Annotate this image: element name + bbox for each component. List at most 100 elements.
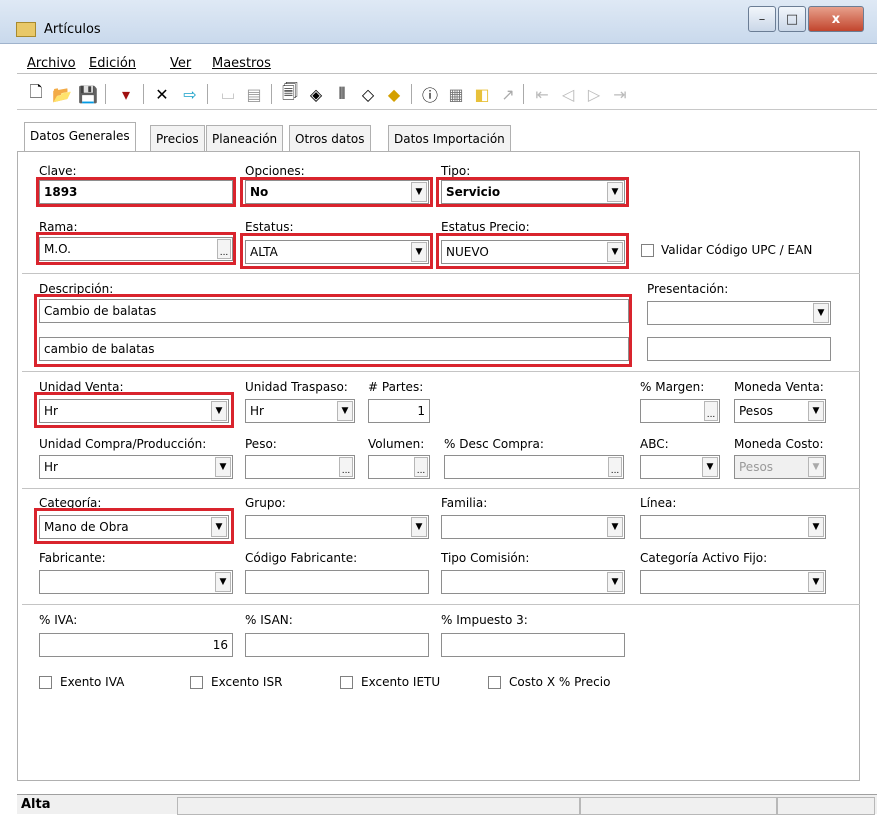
estatus-precio-highlight [436,233,629,269]
menu-ver[interactable]: Ver [170,56,191,71]
unidad-traspaso-select[interactable]: Hr ▼ [245,399,355,423]
unidad-compra-select[interactable]: Hr ▼ [39,455,233,479]
partes-field[interactable]: 1 [368,399,430,423]
close-button[interactable]: x [808,6,864,32]
unidad-traspaso-label: Unidad Traspaso: [245,380,348,394]
maximize-button[interactable]: □ [778,6,806,32]
menu-archivo[interactable]: Archivo [27,56,76,71]
opciones-label: Opciones: [245,164,305,178]
grid-icon[interactable]: ▤ [243,82,265,106]
exento-iva-checkbox[interactable] [39,676,52,689]
desc-compra-field[interactable]: ... [444,455,624,479]
fabricante-label: Fabricante: [39,551,106,565]
moneda-venta-label: Moneda Venta: [734,380,824,394]
properties-icon[interactable]: 🗐 [279,82,301,106]
grupo-select[interactable]: ▼ [245,515,429,539]
chevron-down-icon[interactable]: ▼ [702,457,718,477]
codigo-fabricante-field[interactable] [245,570,429,594]
first-record-icon[interactable]: ⇤ [531,82,553,106]
tab-otros-datos[interactable]: Otros datos [289,125,371,151]
divider [22,371,860,372]
clave-label: Clave: [39,164,77,178]
tipo-comision-label: Tipo Comisión: [441,551,530,565]
info-icon[interactable]: ⓘ [419,82,441,106]
tab-planeacion[interactable]: Planeación [206,125,284,151]
estatus-label: Estatus: [245,220,294,234]
peso-field[interactable]: ... [245,455,355,479]
desc-compra-label: % Desc Compra: [444,437,544,451]
cursor-icon[interactable]: ↗ [497,82,519,106]
chevron-down-icon[interactable]: ▼ [411,517,427,537]
ellipsis-icon[interactable]: ... [339,457,353,477]
toolbar: 🗋 📂 💾 ▾ ✕ ⇨ ⌴ ▤ 🗐 ◈ ⦀ ◇ ◆ ⓘ ▦ ◧ ↗ ⇤ ◁ ▷ … [17,78,877,110]
presentacion-field[interactable] [647,337,831,361]
iva-field[interactable]: 16 [39,633,233,657]
familia-select[interactable]: ▼ [441,515,625,539]
excento-isr-checkbox[interactable] [190,676,203,689]
next-record-icon[interactable]: ▷ [583,82,605,106]
last-record-icon[interactable]: ⇥ [609,82,631,106]
abc-label: ABC: [640,437,669,451]
chevron-down-icon[interactable]: ▼ [215,572,231,592]
costo-precio-checkbox[interactable] [488,676,501,689]
tab-datos-generales[interactable]: Datos Generales [24,122,136,152]
chevron-down-icon[interactable]: ▼ [813,303,829,323]
chevron-down-icon[interactable]: ▼ [808,401,824,421]
note-icon[interactable]: ◧ [471,82,493,106]
tab-datos-importacion[interactable]: Datos Importación [388,125,511,151]
excento-ietu-checkbox[interactable] [340,676,353,689]
exento-iva-label: Exento IVA [60,675,125,689]
divider [22,604,860,605]
chevron-down-icon: ▼ [808,457,824,477]
abc-select[interactable]: ▼ [640,455,720,479]
margen-field[interactable]: ... [640,399,720,423]
delete-icon[interactable]: ✕ [151,82,173,106]
calendar-icon[interactable]: ▦ [445,82,467,106]
filter-icon[interactable]: ▾ [115,82,137,106]
chevron-down-icon[interactable]: ▼ [808,572,824,592]
isan-field[interactable] [245,633,429,657]
tipo-comision-select[interactable]: ▼ [441,570,625,594]
arrow-right-icon[interactable]: ⇨ [179,82,201,106]
grupo-label: Grupo: [245,496,286,510]
tab-precios[interactable]: Precios [150,125,205,151]
chevron-down-icon[interactable]: ▼ [337,401,353,421]
fabricante-select[interactable]: ▼ [39,570,233,594]
categoria-activo-select[interactable]: ▼ [640,570,826,594]
ellipsis-icon[interactable]: ... [608,457,622,477]
menu-bar: Archivo Edición Ver Maestros [17,52,877,74]
presentacion-select[interactable]: ▼ [647,301,831,325]
new-icon[interactable]: 🗋 [25,82,47,106]
save-icon[interactable]: 💾 [77,82,99,106]
unidad-compra-label: Unidad Compra/Producción: [39,437,207,451]
chevron-down-icon[interactable]: ▼ [607,572,623,592]
cube-icon[interactable]: ◈ [305,82,327,106]
menu-edicion[interactable]: Edición [89,56,136,71]
warning-icon[interactable]: ◆ [383,82,405,106]
ellipsis-icon[interactable]: ... [414,457,428,477]
menu-maestros[interactable]: Maestros [212,56,271,71]
open-icon[interactable]: 📂 [51,82,73,106]
iva-label: % IVA: [39,613,78,627]
minimize-button[interactable]: – [748,6,776,32]
eraser-icon[interactable]: ◇ [357,82,379,106]
impuesto3-field[interactable] [441,633,625,657]
window-title: Artículos [44,22,101,37]
divider [22,488,860,489]
categoria-highlight [34,508,234,544]
chevron-down-icon[interactable]: ▼ [808,517,824,537]
chevron-down-icon[interactable]: ▼ [215,457,231,477]
chevron-down-icon[interactable]: ▼ [607,517,623,537]
familia-label: Familia: [441,496,488,510]
attach-icon[interactable]: ⦀ [331,82,353,106]
status-cell [580,797,777,815]
volumen-field[interactable]: ... [368,455,430,479]
prev-record-icon[interactable]: ◁ [557,82,579,106]
ellipsis-icon[interactable]: ... [704,401,718,421]
opciones-highlight [240,177,433,207]
frame-icon[interactable]: ⌴ [217,82,239,106]
codigo-fabricante-label: Código Fabricante: [245,551,358,565]
linea-select[interactable]: ▼ [640,515,826,539]
moneda-venta-select[interactable]: Pesos ▼ [734,399,826,423]
validar-upc-checkbox[interactable] [641,244,654,257]
